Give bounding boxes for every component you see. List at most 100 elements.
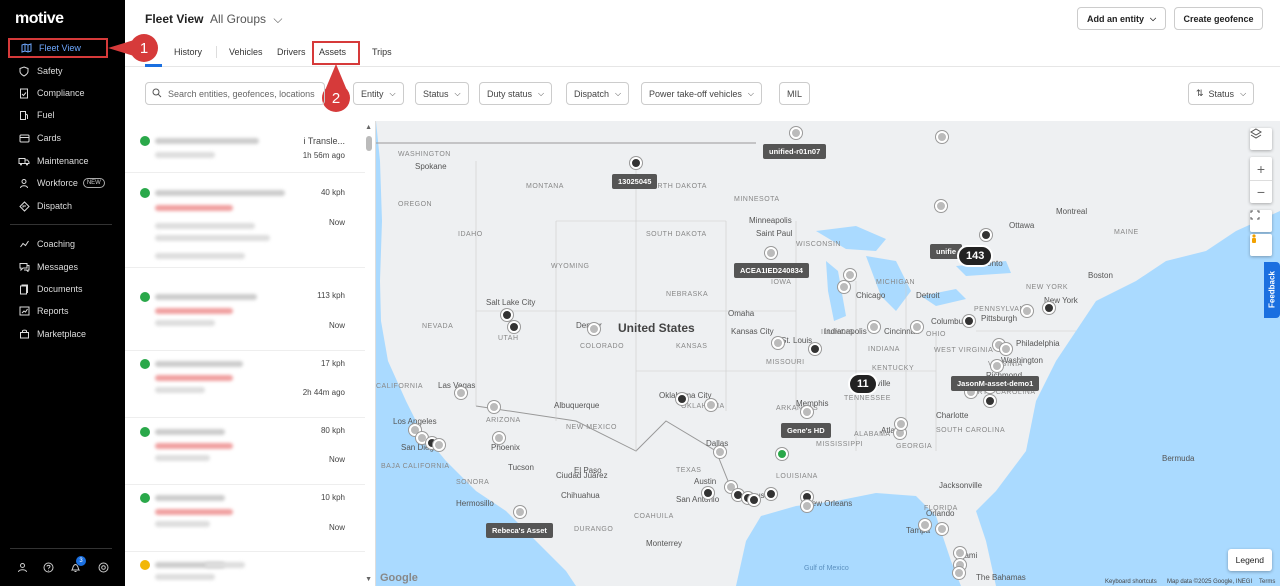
asset-pin[interactable]	[790, 127, 802, 139]
asset-pin[interactable]	[1021, 305, 1033, 317]
asset-pin[interactable]	[676, 393, 688, 405]
asset-pin[interactable]	[630, 157, 642, 169]
asset-pin[interactable]	[748, 494, 760, 506]
asset-pin[interactable]	[838, 281, 850, 293]
asset-pin[interactable]	[911, 321, 923, 333]
asset-label[interactable]: Rebeca's Asset	[486, 523, 553, 538]
sidebar-item-workforce[interactable]: Workforce NEW	[8, 173, 108, 193]
create-geofence-button[interactable]: Create geofence	[1174, 7, 1263, 30]
asset-pin[interactable]	[705, 399, 717, 411]
asset-pin[interactable]	[702, 487, 714, 499]
asset-pin[interactable]	[935, 200, 947, 212]
motive-logo[interactable]: motive	[15, 10, 64, 28]
sidebar-item-documents[interactable]: Documents	[8, 279, 108, 299]
map-cluster[interactable]: 11	[848, 373, 878, 395]
asset-pin[interactable]	[936, 131, 948, 143]
settings-icon[interactable]	[96, 560, 110, 574]
zoom-in-button[interactable]: +	[1257, 157, 1265, 180]
list-scrollbar[interactable]	[366, 136, 372, 151]
tab-history[interactable]: History	[174, 47, 202, 57]
search-input[interactable]: Search entities, geofences, locations	[145, 82, 325, 105]
mil-filter[interactable]: MIL	[779, 82, 811, 105]
asset-label[interactable]: Gene's HD	[781, 423, 831, 438]
tab-vehicles[interactable]: Vehicles	[229, 47, 263, 57]
asset-pin[interactable]	[765, 247, 777, 259]
status-filter[interactable]: Status ⌵	[415, 82, 469, 105]
help-icon[interactable]	[41, 560, 55, 574]
feedback-tab[interactable]: Feedback	[1264, 262, 1280, 318]
legend-button[interactable]: Legend	[1227, 549, 1272, 571]
add-entity-button[interactable]: Add an entity ⌵	[1077, 7, 1166, 30]
keyboard-shortcuts-link[interactable]: Keyboard shortcuts	[1105, 579, 1157, 585]
asset-pin[interactable]	[493, 432, 505, 444]
asset-label[interactable]: ACEA1IED240834	[734, 263, 809, 278]
asset-pin[interactable]	[954, 547, 966, 559]
scroll-down-arrow[interactable]: ▼	[365, 576, 372, 583]
fleet-map[interactable]: United States Spokane Minneapolis Saint …	[376, 121, 1280, 586]
list-item[interactable]: 40 kph Now	[125, 173, 365, 268]
tab-assets[interactable]: Assets	[319, 47, 346, 57]
street-view-button[interactable]	[1250, 234, 1272, 256]
asset-pin[interactable]	[936, 523, 948, 535]
asset-pin[interactable]	[1000, 343, 1012, 355]
fullscreen-button[interactable]	[1250, 210, 1272, 232]
asset-pin[interactable]	[514, 506, 526, 518]
asset-pin[interactable]	[588, 323, 600, 335]
sidebar-item-maintenance[interactable]: Maintenance	[8, 151, 108, 171]
asset-pin[interactable]	[765, 488, 777, 500]
list-item[interactable]: 17 kph 2h 44m ago	[125, 351, 365, 418]
sidebar-item-cards[interactable]: Cards	[8, 128, 108, 148]
zoom-out-button[interactable]: −	[1250, 180, 1272, 203]
asset-pin[interactable]	[809, 343, 821, 355]
list-item[interactable]: i Transle... 1h 56m ago	[125, 121, 365, 173]
asset-pin[interactable]	[844, 269, 856, 281]
asset-list[interactable]: i Transle... 1h 56m ago 40 kph Now 113 k…	[125, 121, 376, 586]
tab-trips[interactable]: Trips	[372, 47, 392, 57]
asset-label[interactable]: unified-r01n07	[763, 144, 827, 159]
sidebar-item-messages[interactable]: Messages	[8, 257, 108, 277]
sort-status-button[interactable]: ⇅ Status ⌵	[1188, 82, 1255, 105]
asset-pin[interactable]	[488, 401, 500, 413]
sidebar-item-coaching[interactable]: Coaching	[8, 234, 108, 254]
asset-pin[interactable]	[801, 406, 813, 418]
entity-filter[interactable]: Entity ⌵	[353, 82, 404, 105]
sidebar-item-compliance[interactable]: Compliance	[8, 83, 108, 103]
asset-pin[interactable]	[1043, 302, 1055, 314]
asset-pin[interactable]	[919, 519, 931, 531]
list-item[interactable]: 113 kph Now	[125, 286, 365, 351]
asset-pin[interactable]	[991, 360, 1003, 372]
asset-pin[interactable]	[895, 418, 907, 430]
asset-label[interactable]: JasonM-asset-demo1	[951, 376, 1040, 391]
asset-pin[interactable]	[501, 309, 513, 321]
asset-pin[interactable]	[455, 387, 467, 399]
asset-pin[interactable]	[984, 395, 996, 407]
asset-pin[interactable]	[776, 448, 788, 460]
sidebar-item-reports[interactable]: Reports	[8, 301, 108, 321]
list-item[interactable]: 80 kph Now	[125, 418, 365, 485]
asset-pin[interactable]	[508, 321, 520, 333]
asset-pin[interactable]	[714, 446, 726, 458]
sidebar-item-fleet-view[interactable]: Fleet View	[8, 38, 108, 58]
map-cluster[interactable]: 143	[957, 245, 994, 267]
pto-filter[interactable]: Power take-off vehicles ⌵	[641, 82, 762, 105]
asset-pin[interactable]	[963, 315, 975, 327]
scroll-up-arrow[interactable]: ▲	[365, 124, 372, 131]
sidebar-item-fuel[interactable]: Fuel	[8, 105, 108, 125]
dispatch-filter[interactable]: Dispatch ⌵	[566, 82, 630, 105]
duty-status-filter[interactable]: Duty status ⌵	[479, 82, 553, 105]
map-layers-button[interactable]	[1250, 128, 1272, 150]
asset-pin[interactable]	[980, 229, 992, 241]
list-item[interactable]: 10 kph Now	[125, 485, 365, 552]
list-item[interactable]	[125, 552, 365, 586]
asset-pin[interactable]	[801, 500, 813, 512]
asset-pin[interactable]	[868, 321, 880, 333]
asset-pin[interactable]	[953, 567, 965, 579]
sidebar-item-marketplace[interactable]: Marketplace	[8, 324, 108, 344]
sidebar-item-safety[interactable]: Safety	[8, 61, 108, 81]
terms-link[interactable]: Terms	[1259, 579, 1275, 585]
asset-pin[interactable]	[772, 337, 784, 349]
asset-pin[interactable]	[433, 439, 445, 451]
asset-label[interactable]: 13025045	[612, 174, 658, 189]
tab-drivers[interactable]: Drivers	[277, 47, 306, 57]
group-selector[interactable]: All Groups ⌵	[210, 12, 282, 27]
